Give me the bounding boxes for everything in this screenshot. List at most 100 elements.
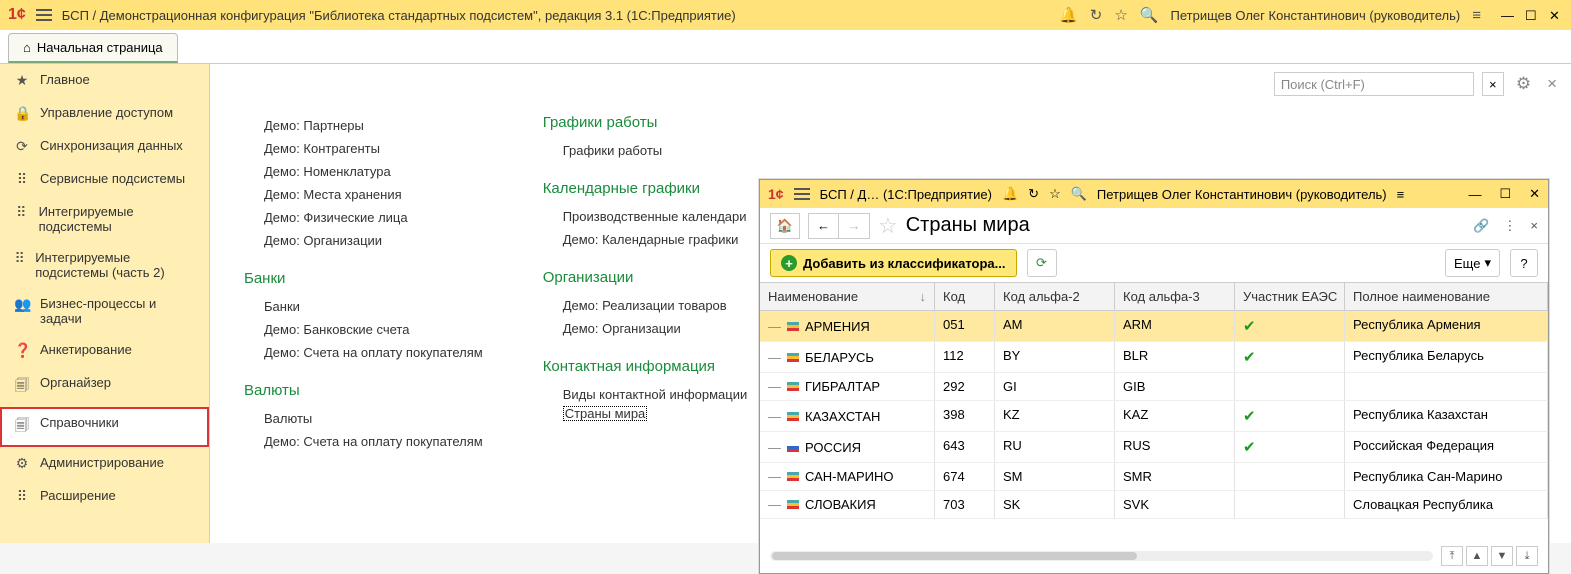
clear-search-button[interactable]: × (1482, 72, 1504, 96)
sidebar-item[interactable]: ⠿Расширение (0, 480, 209, 513)
link-icon[interactable]: 🔗 (1473, 218, 1489, 234)
grid-row[interactable]: —СЛОВАКИЯ 703 SK SVK Словацкая Республик… (760, 491, 1548, 519)
window-title: Страны мира (906, 214, 1030, 237)
link-item[interactable]: Демо: Банковские счета (244, 318, 483, 341)
window-close-icon[interactable]: × (1530, 218, 1538, 234)
grid-row[interactable]: —АРМЕНИЯ 051 AM ARM ✔ Республика Армения (760, 311, 1548, 342)
close-button[interactable]: ✕ (1549, 8, 1563, 22)
page-up-button[interactable]: ▲ (1466, 546, 1488, 566)
sub-menu-lines-icon[interactable]: ≡ (1397, 187, 1405, 202)
nav-forward-button[interactable]: → (839, 214, 869, 238)
link-item[interactable]: Банки (244, 295, 483, 318)
cell-name: АРМЕНИЯ (805, 319, 870, 334)
link-item[interactable]: Демо: Места хранения (244, 183, 483, 206)
star-icon[interactable]: ☆ (1114, 6, 1127, 24)
panel-close-icon[interactable]: × (1543, 74, 1561, 94)
refresh-button[interactable]: ⟳ (1027, 249, 1057, 277)
countries-window: 1¢ БСП / Д… (1С:Предприятие) 🔔 ↻ ☆ 🔍 Пет… (759, 179, 1549, 574)
sidebar-item[interactable]: 🔒Управление доступом (0, 97, 209, 130)
bell-icon[interactable]: 🔔 (1059, 6, 1078, 24)
column-header[interactable]: Код альфа-3 (1115, 283, 1235, 310)
sub-search-icon[interactable]: 🔍 (1071, 186, 1087, 202)
grid-row[interactable]: —БЕЛАРУСЬ 112 BY BLR ✔ Республика Белару… (760, 342, 1548, 373)
sub-nav-buttons: ← → (808, 213, 870, 239)
favorite-star-icon[interactable]: ☆ (878, 213, 898, 239)
link-item[interactable]: Демо: Физические лица (244, 206, 483, 229)
nav-icon: ⠿ (14, 171, 30, 188)
link-item[interactable]: Виды контактной информации (543, 383, 748, 406)
sub-bell-icon[interactable]: 🔔 (1002, 186, 1018, 202)
countries-grid[interactable]: Наименование ↓КодКод альфа-2Код альфа-3У… (760, 282, 1548, 519)
grid-row[interactable]: —КАЗАХСТАН 398 KZ KAZ ✔ Республика Казах… (760, 401, 1548, 432)
menu-lines-icon[interactable]: ≡ (1472, 7, 1481, 24)
kebab-icon[interactable]: ⋮ (1503, 218, 1516, 234)
flag-icon (787, 472, 799, 481)
link-item[interactable]: Демо: Счета на оплату покупателям (244, 341, 483, 364)
link-item[interactable]: Страны мира (563, 406, 648, 421)
home-tab[interactable]: ⌂ Начальная страница (8, 33, 178, 63)
column-header[interactable]: Полное наименование (1345, 283, 1548, 310)
page-down-button[interactable]: ▼ (1491, 546, 1513, 566)
link-item[interactable]: Валюты (244, 407, 483, 430)
link-item[interactable]: Демо: Контрагенты (244, 137, 483, 160)
cell-fullname: Республика Беларусь (1345, 342, 1548, 372)
more-button[interactable]: Еще▾ (1445, 249, 1500, 277)
nav-label: Администрирование (40, 455, 164, 470)
cell-fullname: Словацкая Республика (1345, 491, 1548, 518)
sidebar-item[interactable]: ⠿Интегрируемые подсистемы (часть 2) (0, 242, 209, 288)
link-item[interactable]: Демо: Партнеры (244, 114, 483, 137)
sidebar-item[interactable]: ⠿Сервисные подсистемы (0, 163, 209, 196)
column-header[interactable]: Код (935, 283, 995, 310)
page-first-button[interactable]: ⤒ (1441, 546, 1463, 566)
sidebar-item[interactable]: 🗐Органайзер (0, 367, 209, 407)
column-header[interactable]: Участник ЕАЭС (1235, 283, 1345, 310)
flag-icon (787, 382, 799, 391)
horizontal-scrollbar[interactable] (770, 551, 1433, 561)
settings-icon[interactable]: ⚙ (1512, 74, 1535, 94)
link-item[interactable]: Демо: Организации (244, 229, 483, 252)
link-item[interactable]: Демо: Счета на оплату покупателям (244, 430, 483, 453)
sub-user-name[interactable]: Петрищев Олег Константинович (руководите… (1097, 187, 1387, 202)
sub-star-icon[interactable]: ☆ (1049, 186, 1061, 202)
sub-close-button[interactable]: ✕ (1529, 186, 1540, 202)
home-tab-label: Начальная страница (37, 40, 163, 55)
grid-row[interactable]: —ГИБРАЛТАР 292 GI GIB (760, 373, 1548, 401)
grid-row[interactable]: —РОССИЯ 643 RU RUS ✔ Российская Федераци… (760, 432, 1548, 463)
column-header[interactable]: Код альфа-2 (995, 283, 1115, 310)
link-item[interactable]: Производственные календари (543, 205, 748, 228)
column-header[interactable]: Наименование ↓ (760, 283, 935, 310)
sidebar-item[interactable]: ★Главное (0, 64, 209, 97)
sub-home-button[interactable]: 🏠 (770, 213, 800, 239)
nav-back-button[interactable]: ← (809, 214, 839, 238)
add-from-classifier-button[interactable]: + Добавить из классификатора... (770, 249, 1017, 277)
grid-row[interactable]: —САН-МАРИНО 674 SM SMR Республика Сан-Ма… (760, 463, 1548, 491)
sidebar-item[interactable]: 🗐Справочники (0, 407, 209, 447)
link-item[interactable]: Демо: Календарные графики (543, 228, 748, 251)
titlebar-actions: 🔔 ↻ ☆ 🔍 Петрищев Олег Константинович (ру… (1059, 6, 1481, 24)
minimize-button[interactable]: — (1501, 8, 1515, 22)
link-item[interactable]: Демо: Организации (543, 317, 748, 340)
cell-alpha2: RU (995, 432, 1115, 462)
sub-hamburger-icon[interactable] (794, 188, 810, 200)
history-icon[interactable]: ↻ (1090, 6, 1103, 24)
sidebar-item[interactable]: ⚙Администрирование (0, 447, 209, 480)
search-input[interactable]: Поиск (Ctrl+F) (1274, 72, 1474, 96)
nav-icon: 🗐 (14, 415, 30, 439)
sidebar-item[interactable]: 👥Бизнес-процессы и задачи (0, 288, 209, 334)
hamburger-icon[interactable] (36, 9, 52, 21)
sidebar-item[interactable]: ❓Анкетирование (0, 334, 209, 367)
sidebar-item[interactable]: ⠿Интегрируемые подсистемы (0, 196, 209, 242)
sub-maximize-button[interactable]: ☐ (1499, 186, 1511, 202)
help-button[interactable]: ? (1510, 249, 1538, 277)
sub-minimize-button[interactable]: — (1468, 187, 1481, 202)
link-item[interactable]: Демо: Реализации товаров (543, 294, 748, 317)
maximize-button[interactable]: ☐ (1525, 8, 1539, 22)
link-item[interactable]: Демо: Номенклатура (244, 160, 483, 183)
flag-icon (787, 412, 799, 421)
user-name[interactable]: Петрищев Олег Константинович (руководите… (1171, 8, 1461, 23)
page-last-button[interactable]: ⤓ (1516, 546, 1538, 566)
link-item[interactable]: Графики работы (543, 139, 748, 162)
sidebar-item[interactable]: ⟳Синхронизация данных (0, 130, 209, 163)
sub-history-icon[interactable]: ↻ (1028, 186, 1039, 202)
search-icon[interactable]: 🔍 (1140, 6, 1159, 24)
